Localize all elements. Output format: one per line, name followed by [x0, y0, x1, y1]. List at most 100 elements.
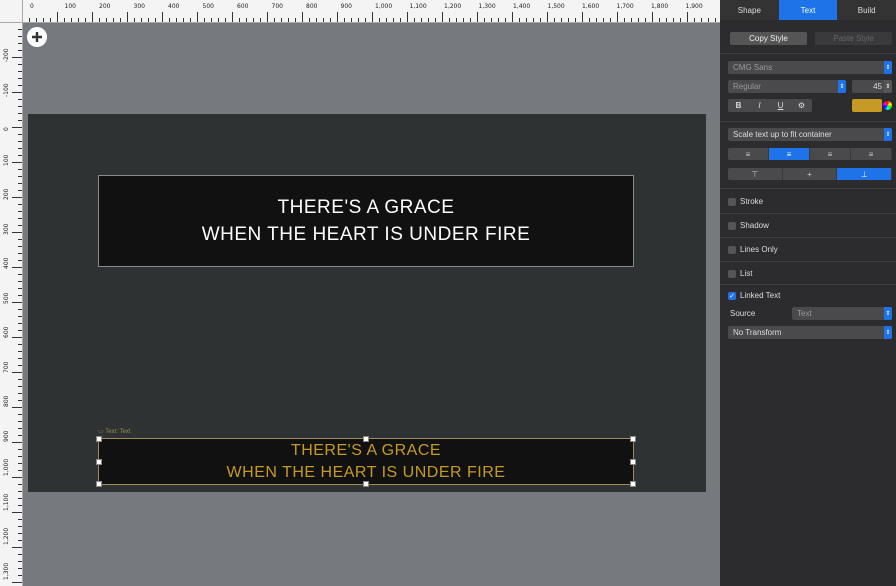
stepper-icon[interactable]: ⇕ [884, 80, 892, 93]
chevron-updown-icon: ⇕ [884, 128, 892, 141]
ruler-label: 600 [237, 3, 249, 10]
text-style-group: B I U ⚙ [728, 99, 812, 112]
list-option[interactable]: List [728, 269, 752, 278]
resize-handle-br[interactable] [630, 481, 636, 487]
font-size-value: 45 [873, 82, 882, 91]
align-center-icon[interactable]: ≡ [769, 148, 810, 160]
linked-text-label: Linked Text [740, 291, 781, 300]
paste-style-button[interactable]: Paste Style [815, 32, 892, 45]
ruler-label: 800 [306, 3, 318, 10]
stroke-checkbox[interactable] [728, 197, 736, 206]
ruler-label: 1,400 [513, 3, 531, 10]
ruler-label: -100 [3, 82, 10, 97]
ruler-label: 1,000 [375, 3, 393, 10]
list-label: List [740, 269, 753, 278]
ruler-label: 500 [3, 292, 10, 304]
ruler-label: 100 [64, 3, 76, 10]
tab-build[interactable]: Build [837, 0, 896, 20]
font-family-select[interactable]: CMG Sans ⇕ [728, 61, 892, 74]
ruler-label: 600 [3, 326, 10, 338]
align-left-icon[interactable]: ≡ [728, 148, 769, 160]
align-right-icon[interactable]: ≡ [810, 148, 851, 160]
font-weight-select[interactable]: Regular ⇕ [728, 80, 846, 93]
transform-value: No Transform [733, 328, 782, 337]
resize-handle-tm[interactable] [363, 436, 369, 442]
layer-label: ▭ Text: Text [98, 429, 131, 435]
ruler-horizontal: 0 100 200 300 400 500 600 700 800 900 1,000 1,100 1,… [0, 0, 720, 23]
plus-icon [32, 32, 42, 42]
lines-only-option[interactable]: Lines Only [728, 245, 778, 254]
linked-text-line-1: THERE'S A GRACE [290, 441, 442, 459]
ruler-label: 1,100 [409, 3, 427, 10]
scale-mode-value: Scale text up to fit container [733, 130, 832, 139]
ruler-vertical: -200 -100 0 100 200 300 400 500 600 700 800 900 1,00… [0, 22, 23, 586]
resize-handle-bl[interactable] [96, 481, 102, 487]
font-size-field[interactable]: 45 ⇕ [852, 80, 892, 93]
ruler-label: 1,300 [3, 562, 10, 580]
transform-select[interactable]: No Transform ⇕ [728, 326, 892, 339]
resize-handle-tr[interactable] [630, 436, 636, 442]
chevron-updown-icon: ⇕ [884, 61, 892, 74]
add-layer-button[interactable] [27, 27, 47, 47]
stroke-option[interactable]: Stroke [728, 197, 763, 206]
align-top-icon[interactable]: ⊤ [728, 168, 783, 180]
align-justify-icon[interactable]: ≡ [851, 148, 892, 160]
italic-button[interactable]: I [749, 99, 770, 112]
ruler-label: 1,000 [3, 458, 10, 476]
list-checkbox[interactable] [728, 269, 736, 278]
source-label: Source [730, 309, 756, 318]
slide-canvas[interactable]: THERE'S A GRACE WHEN THE HEART IS UNDER … [28, 114, 706, 492]
shadow-checkbox[interactable] [728, 221, 736, 230]
shadow-option[interactable]: Shadow [728, 221, 769, 230]
main-text-box[interactable]: THERE'S A GRACE WHEN THE HEART IS UNDER … [98, 175, 634, 267]
ruler-label: 1,600 [582, 3, 600, 10]
shadow-label: Shadow [740, 221, 769, 230]
text-color-well[interactable] [852, 99, 882, 112]
horizontal-alignment-group: ≡ ≡ ≡ ≡ [728, 148, 892, 160]
linked-text-checkbox[interactable]: ✓ [728, 291, 736, 300]
vertical-alignment-group: ⊤ + ⊥ [728, 168, 892, 180]
lines-only-checkbox[interactable] [728, 245, 736, 254]
stroke-label: Stroke [740, 197, 764, 206]
ruler-label: 1,300 [478, 3, 496, 10]
tab-shape[interactable]: Shape [720, 0, 779, 20]
ruler-corner [0, 0, 23, 23]
ruler-label: 700 [3, 361, 10, 373]
chevron-updown-icon: ⇕ [884, 307, 892, 320]
ruler-label: 700 [271, 3, 283, 10]
resize-handle-bm[interactable] [363, 481, 369, 487]
scale-mode-select[interactable]: Scale text up to fit container ⇕ [728, 128, 892, 141]
copy-style-button[interactable]: Copy Style [730, 32, 807, 45]
text-options-button[interactable]: ⚙ [791, 99, 812, 112]
lines-only-label: Lines Only [740, 245, 778, 254]
color-wheel-icon[interactable] [883, 101, 892, 110]
ruler-label: 200 [99, 3, 111, 10]
ruler-label: 100 [3, 154, 10, 166]
ruler-label: 900 [3, 430, 10, 442]
underline-button[interactable]: U [770, 99, 791, 112]
ruler-label: 0 [3, 127, 10, 131]
linked-text-box[interactable]: THERE'S A GRACE WHEN THE HEART IS UNDER … [98, 438, 634, 485]
main-text-line-2: WHEN THE HEART IS UNDER FIRE [201, 224, 531, 245]
source-select[interactable]: Text ⇕ [792, 307, 892, 320]
align-bottom-icon[interactable]: ⊥ [837, 168, 892, 180]
main-text-line-1: THERE'S A GRACE [277, 197, 455, 218]
tab-text[interactable]: Text [778, 0, 838, 20]
resize-handle-tl[interactable] [96, 436, 102, 442]
linked-text-option[interactable]: ✓ Linked Text [728, 291, 780, 300]
ruler-label: 900 [340, 3, 352, 10]
align-middle-icon[interactable]: + [783, 168, 838, 180]
ruler-label: 1,100 [3, 493, 10, 511]
ruler-label: 300 [133, 3, 145, 10]
ruler-label: 200 [3, 188, 10, 200]
resize-handle-ml[interactable] [96, 459, 102, 465]
ruler-label: 500 [202, 3, 214, 10]
ruler-label: 400 [3, 257, 10, 269]
chevron-updown-icon: ⇕ [838, 80, 846, 93]
resize-handle-mr[interactable] [630, 459, 636, 465]
ruler-label: 1,500 [547, 3, 565, 10]
bold-button[interactable]: B [728, 99, 749, 112]
font-weight-value: Regular [733, 82, 762, 91]
ruler-label: 1,800 [651, 3, 669, 10]
font-family-value: CMG Sans [733, 63, 773, 72]
